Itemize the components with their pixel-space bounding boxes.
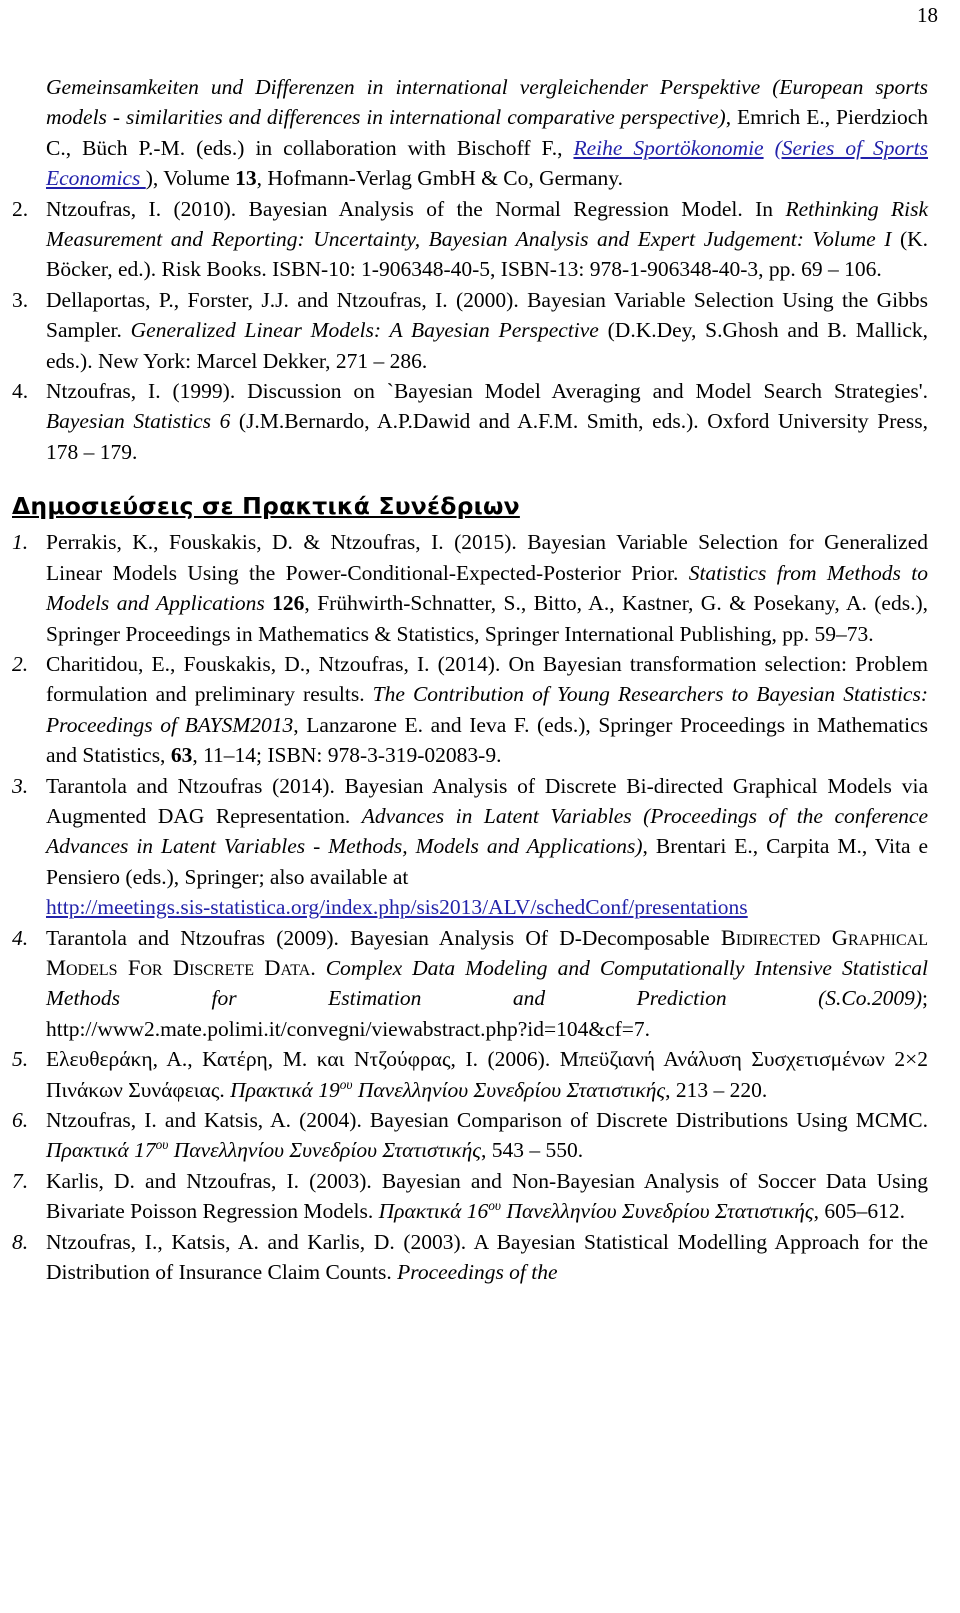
reference-title-italic: Generalized Linear Models: A Bayesian Pe… (130, 318, 599, 343)
reference-continuation: Gemeinsamkeiten und Differenzen in inter… (46, 72, 928, 194)
conference-title-italic: Proceedings of the (397, 1260, 558, 1285)
conference-text: Charitidou, E., Fouskakis, D., Ntzoufras… (46, 649, 928, 771)
conference-item: 3. Tarantola and Ntzoufras (2014). Bayes… (12, 771, 928, 923)
conference-item: 6. Ntzoufras, I. and Katsis, A. (2004). … (12, 1105, 928, 1166)
proceedings-label: Πρακτικά 17 (46, 1138, 156, 1163)
conference-item: 2. Charitidou, E., Fouskakis, D., Ntzouf… (12, 649, 928, 771)
conference-item: 5. Ελευθεράκη, Α., Κατέρη, Μ. και Ντζούφ… (12, 1044, 928, 1105)
ordinal-superscript: ου (155, 1137, 169, 1153)
proceedings-rest: Πανελληνίου Συνεδρίου Στατιστικής (501, 1199, 814, 1224)
conference-segment: , 213 – 220. (665, 1077, 768, 1102)
conference-number: 7. (12, 1168, 29, 1193)
page-number: 18 (917, 3, 938, 27)
volume-number: 13 (235, 166, 257, 191)
proceedings-label: Πρακτικά 16 (378, 1199, 489, 1224)
ordinal-superscript: ου (488, 1198, 502, 1214)
page-content: Gemeinsamkeiten und Differenzen in inter… (12, 72, 928, 1287)
reference-number: 2. (12, 196, 29, 221)
conference-segment: . (310, 955, 326, 980)
conference-item: 7. Karlis, D. and Ntzoufras, I. (2003). … (12, 1166, 928, 1227)
conference-segment: , 543 – 550. (481, 1138, 584, 1163)
conference-number: 8. (12, 1229, 29, 1254)
conference-title-italic: Πρακτικά 17ου Πανελληνίου Συνεδρίου Στατ… (46, 1138, 481, 1162)
conference-number: 1. (12, 530, 29, 555)
reference-number: 4. (12, 379, 29, 404)
conference-segment: Tarantola and Ntzoufras (2009). Bayesian… (46, 925, 721, 950)
conference-text: Ntzoufras, I. and Katsis, A. (2004). Bay… (46, 1105, 928, 1166)
presentations-url-link[interactable]: http://meetings.sis-statistica.org/index… (46, 895, 748, 919)
conference-text: Ελευθεράκη, Α., Κατέρη, Μ. και Ντζούφρας… (46, 1044, 928, 1105)
reference-item: 4. Ntzoufras, I. (1999). Discussion on `… (12, 376, 928, 467)
series-link-1[interactable]: Reihe Sportökonomie (573, 136, 763, 160)
conference-item: 4. Tarantola and Ntzoufras (2009). Bayes… (12, 923, 928, 1045)
conference-body-justified: Tarantola and Ntzoufras (2014). Bayesian… (46, 771, 928, 893)
conference-text: Ntzoufras, I., Katsis, A. and Karlis, D.… (46, 1227, 928, 1288)
conference-number: 3. (12, 773, 29, 798)
conference-item: 1. Perrakis, K., Fouskakis, D. & Ntzoufr… (12, 527, 928, 649)
proceedings-label: Πρακτικά 19 (230, 1077, 340, 1102)
reference-volume-lead: ), Volume (145, 166, 236, 191)
reference-title-italic: Bayesian Statistics 6 (46, 409, 231, 434)
conference-volume: 63 (170, 743, 193, 768)
reference-item: 3. Dellaportas, P., Forster, J.J. and Nt… (12, 285, 928, 376)
conference-segment: Ntzoufras, I. and Katsis, A. (2004). Bay… (46, 1108, 928, 1132)
conference-text: Tarantola and Ntzoufras (2009). Bayesian… (46, 923, 928, 1045)
conference-number: 4. (12, 925, 29, 950)
conference-volume: 126 (272, 591, 305, 616)
reference-text: Ntzoufras, I. (1999). Discussion on `Bay… (46, 376, 928, 467)
link-spacer (764, 136, 775, 160)
reference-segment: Ntzoufras, I. (1999). Discussion on `Bay… (46, 379, 928, 404)
document-page: 18 Gemeinsamkeiten und Differenzen in in… (0, 0, 960, 1613)
conference-text: Perrakis, K., Fouskakis, D. & Ntzoufras,… (46, 527, 928, 649)
conference-title-italic: Πρακτικά 16ου Πανελληνίου Συνεδρίου Στατ… (379, 1199, 814, 1223)
conference-number: 2. (12, 651, 29, 676)
proceedings-rest: Πανελληνίου Συνεδρίου Στατιστικής (352, 1077, 666, 1102)
conference-segment: , 605–612. (813, 1199, 906, 1224)
reference-segment: Ntzoufras, I. (2010). Bayesian Analysis … (46, 196, 786, 221)
conference-text: Karlis, D. and Ntzoufras, I. (2003). Bay… (46, 1166, 928, 1227)
conference-text: Tarantola and Ntzoufras (2014). Bayesian… (46, 771, 928, 923)
conference-number: 5. (12, 1047, 29, 1072)
ordinal-superscript: ου (339, 1076, 353, 1092)
conference-title-italic: Πρακτικά 19ου Πανελληνίου Συνεδρίου Στατ… (230, 1076, 666, 1102)
section-heading-conference-proceedings: Δημοσιεύσεις σε Πρακτικά Συνέδριων (12, 492, 520, 521)
reference-number: 3. (12, 287, 29, 312)
proceedings-rest: Πανελληνίου Συνεδρίου Στατιστικής (168, 1138, 482, 1163)
reference-text: Ntzoufras, I. (2010). Bayesian Analysis … (46, 194, 928, 285)
reference-publisher: , Hofmann-Verlag GmbH & Co, Germany. (256, 166, 624, 191)
conference-number: 6. (12, 1108, 29, 1132)
reference-item: 2. Ntzoufras, I. (2010). Bayesian Analys… (12, 194, 928, 285)
abstract-url-text[interactable]: http://www2.mate.polimi.it/convegni/view… (46, 1017, 650, 1041)
conference-segment: , 11–14; ISBN: 978-3-319-02083-9. (192, 743, 502, 768)
reference-text: Dellaportas, P., Forster, J.J. and Ntzou… (46, 285, 928, 376)
conference-item: 8. Ntzoufras, I., Katsis, A. and Karlis,… (12, 1227, 928, 1288)
conference-segment: ; (922, 986, 928, 1011)
